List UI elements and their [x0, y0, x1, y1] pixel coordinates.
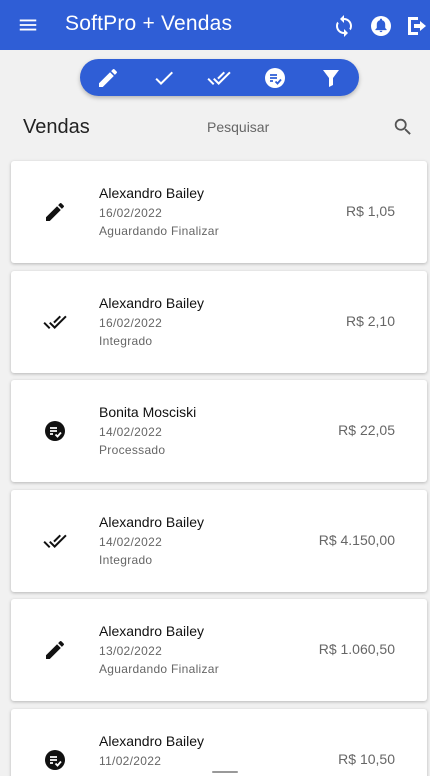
- sale-card[interactable]: Alexandro Bailey 11/02/2022 R$ 10,50: [11, 709, 427, 776]
- scroll-handle[interactable]: [212, 771, 238, 773]
- sale-card[interactable]: Alexandro Bailey 13/02/2022 Aguardando F…: [11, 599, 427, 701]
- processed-icon: [45, 421, 65, 441]
- sale-customer: Alexandro Bailey: [99, 623, 205, 639]
- page-title: Vendas: [23, 116, 90, 138]
- pencil-icon: [46, 640, 65, 659]
- sale-customer: Alexandro Bailey: [99, 733, 205, 749]
- sale-date: 14/02/2022: [99, 535, 163, 549]
- sale-value: R$ 1.060,50: [318, 641, 395, 657]
- filter-check-icon[interactable]: [152, 66, 176, 90]
- sale-value: R$ 2,10: [345, 313, 395, 329]
- sale-date: 16/02/2022: [99, 316, 163, 330]
- sale-date: 13/02/2022: [99, 644, 163, 658]
- search-icon[interactable]: [392, 116, 414, 138]
- sale-card[interactable]: Alexandro Bailey 14/02/2022 Integrado R$…: [11, 490, 427, 592]
- sale-card[interactable]: Bonita Mosciski 14/02/2022 Processado R$…: [11, 380, 427, 482]
- app-bar: SoftPro + Vendas: [0, 0, 430, 50]
- processed-icon: [45, 750, 65, 770]
- sale-status: Processado: [99, 443, 166, 457]
- notifications-icon[interactable]: [369, 14, 393, 38]
- logout-icon[interactable]: [405, 14, 429, 38]
- sale-customer: Alexandro Bailey: [99, 514, 205, 530]
- sale-value: R$ 10,50: [338, 751, 395, 767]
- app-title: SoftPro + Vendas: [65, 12, 233, 35]
- status-filter-bar: [80, 59, 359, 96]
- sale-status: Aguardando Finalizar: [99, 224, 220, 238]
- filter-pencil-icon[interactable]: [96, 66, 120, 90]
- sync-icon[interactable]: [332, 14, 356, 38]
- sale-customer: Alexandro Bailey: [99, 295, 205, 311]
- sale-card[interactable]: Alexandro Bailey 16/02/2022 Aguardando F…: [11, 161, 427, 263]
- sale-date: 14/02/2022: [99, 425, 163, 439]
- sale-status: Integrado: [99, 334, 153, 348]
- double-check-icon: [43, 534, 67, 548]
- sale-value: R$ 4.150,00: [318, 532, 395, 548]
- sale-customer: Alexandro Bailey: [99, 185, 205, 201]
- sale-date: 11/02/2022: [99, 754, 162, 768]
- pencil-icon: [46, 202, 65, 221]
- sale-value: R$ 1,05: [345, 203, 395, 219]
- filter-processed-icon[interactable]: [263, 66, 287, 90]
- sale-status: Integrado: [99, 553, 153, 567]
- sale-date: 16/02/2022: [99, 206, 163, 220]
- menu-icon[interactable]: [17, 14, 39, 36]
- sale-value: R$ 22,05: [338, 422, 395, 438]
- sale-status: Aguardando Finalizar: [99, 662, 220, 676]
- search-input[interactable]: [190, 114, 370, 140]
- sale-customer: Bonita Mosciski: [99, 404, 197, 420]
- filter-double-check-icon[interactable]: [207, 66, 231, 90]
- filter-funnel-icon[interactable]: [319, 66, 343, 90]
- double-check-icon: [43, 315, 67, 329]
- sale-card[interactable]: Alexandro Bailey 16/02/2022 Integrado R$…: [11, 271, 427, 373]
